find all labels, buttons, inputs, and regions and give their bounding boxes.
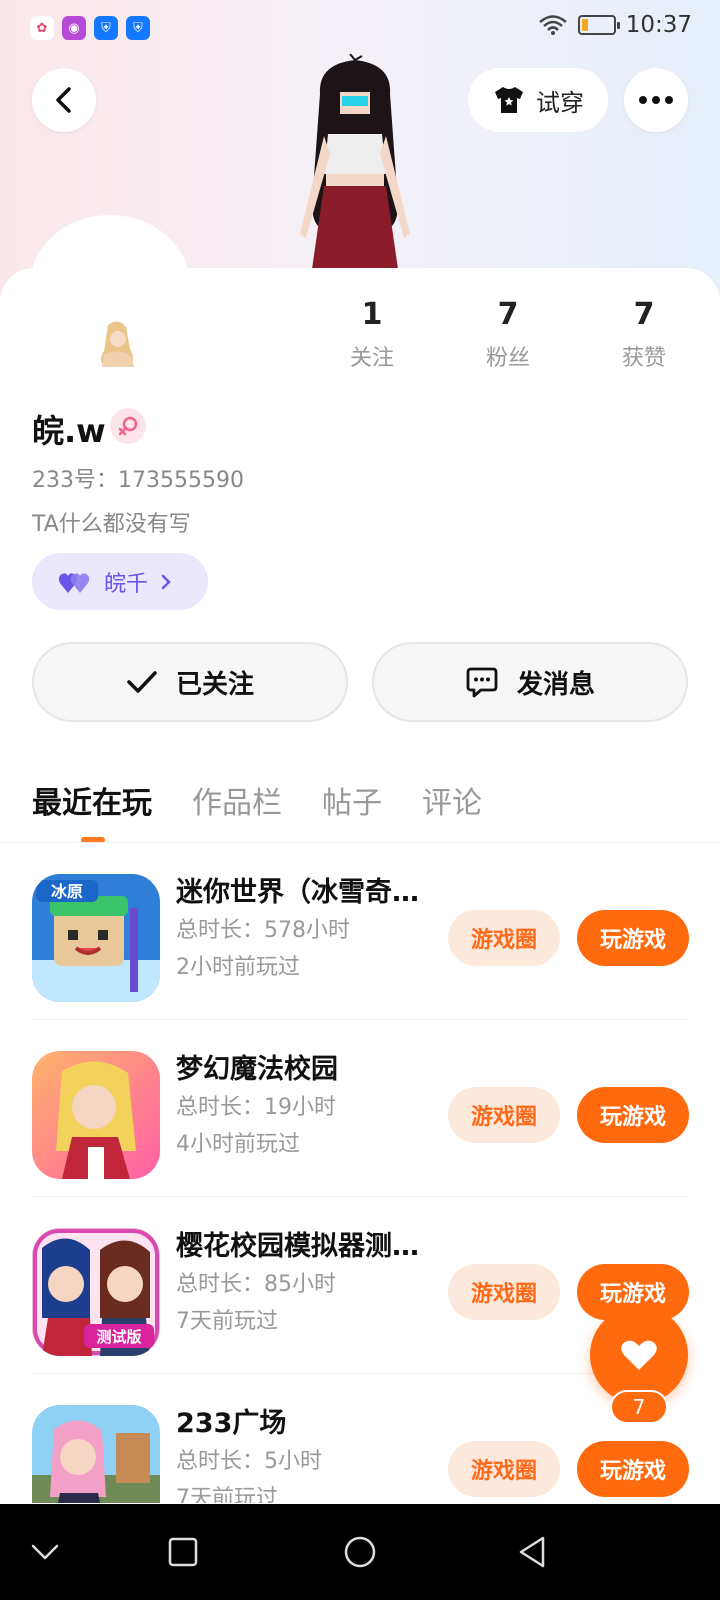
username: 皖.w [32, 412, 106, 450]
game-icon-mini-world[interactable]: 冰原 [32, 874, 160, 1002]
profile-tabs: 最近在玩 作品栏 帖子 评论 [32, 778, 482, 822]
play-game-button[interactable]: 玩游戏 [577, 1087, 689, 1143]
game-title: 樱花校园模拟器测… [176, 1231, 419, 1262]
like-count: 7 [610, 1390, 668, 1424]
game-title: 梦幻魔法校园 [176, 1054, 338, 1085]
game-circle-button[interactable]: 游戏圈 [448, 1264, 560, 1320]
battery-icon [577, 15, 620, 35]
user-id: 233号：173555590 [32, 468, 244, 493]
tab-works[interactable]: 作品栏 [192, 778, 282, 822]
family-chip[interactable]: 皖千 [32, 553, 208, 610]
game-duration: 总时长：19小时 [176, 1095, 336, 1120]
wifi-icon [538, 15, 567, 35]
circle-icon [344, 1536, 376, 1568]
game-title: 233广场 [176, 1408, 287, 1439]
stat-likes[interactable]: 7 获赞 [589, 298, 699, 372]
chevron-right-icon [161, 574, 171, 589]
play-game-button[interactable]: 玩游戏 [577, 1441, 689, 1497]
game-row[interactable]: 冰原 迷你世界（冰雪奇… 总时长：578小时 2小时前玩过 游戏圈 玩游戏 [0, 843, 720, 1020]
game-duration: 总时长：578小时 [176, 918, 350, 943]
game-duration: 总时长：5小时 [176, 1449, 322, 1474]
try-on-label: 试穿 [536, 88, 584, 117]
play-game-button[interactable]: 玩游戏 [577, 910, 689, 966]
message-button[interactable]: 发消息 [372, 642, 688, 722]
nav-collapse-button[interactable] [25, 1532, 65, 1572]
back-button[interactable] [32, 68, 96, 132]
triangle-back-icon [519, 1536, 545, 1568]
tab-posts[interactable]: 帖子 [322, 778, 382, 822]
stat-following[interactable]: 1 关注 [317, 298, 427, 372]
stat-value: 1 [361, 297, 383, 332]
nav-recents-button[interactable] [163, 1532, 203, 1572]
message-label: 发消息 [516, 669, 595, 700]
status-bar: ✿ ◉ ⛨ ⛨ 10:37 [0, 0, 720, 56]
game-duration: 总时长：85小时 [176, 1272, 336, 1297]
followed-button[interactable]: 已关注 [32, 642, 348, 722]
game-circle-button[interactable]: 游戏圈 [448, 1441, 560, 1497]
stat-value: 7 [497, 297, 519, 332]
svg-text:测试版: 测试版 [96, 1328, 141, 1346]
game-icon-sakura-school[interactable]: 测试版 [32, 1228, 160, 1356]
shield-app-icon: ⛨ [94, 16, 118, 40]
game-row[interactable]: 梦幻魔法校园 总时长：19小时 4小时前玩过 游戏圈 玩游戏 [0, 1020, 720, 1197]
stat-value: 7 [633, 297, 655, 332]
game-title: 迷你世界（冰雪奇… [176, 877, 419, 908]
chat-bubble-icon [466, 667, 498, 698]
tab-comments[interactable]: 评论 [422, 778, 482, 822]
heart-icon [621, 1340, 657, 1370]
user-bio: TA什么都没有写 [32, 512, 191, 537]
game-last-played: 4小时前玩过 [176, 1132, 300, 1157]
stat-label: 关注 [349, 346, 394, 371]
shield-app-icon: ⛨ [126, 16, 150, 40]
music-app-icon: ◉ [62, 16, 86, 40]
nav-home-button[interactable] [340, 1532, 380, 1572]
stat-label: 粉丝 [485, 346, 530, 371]
pinwheel-app-icon: ✿ [30, 16, 54, 40]
chevron-left-icon [56, 87, 71, 113]
square-icon [168, 1537, 198, 1567]
tab-recently-played[interactable]: 最近在玩 [32, 778, 152, 822]
status-time: 10:37 [625, 12, 692, 38]
game-icon-233-plaza[interactable] [32, 1405, 160, 1503]
double-heart-icon [58, 572, 90, 593]
stat-label: 获赞 [621, 346, 666, 371]
try-on-button[interactable]: 试穿 [468, 68, 608, 132]
more-button[interactable] [624, 68, 688, 132]
game-last-played: 2小时前玩过 [176, 955, 300, 980]
chevron-down-icon [31, 1544, 59, 1560]
user-avatar[interactable] [90, 315, 146, 371]
female-icon [110, 408, 146, 444]
check-icon [127, 671, 157, 693]
game-last-played: 7天前玩过 [176, 1309, 278, 1334]
svg-text:冰原: 冰原 [51, 882, 83, 901]
system-nav-bar [0, 1504, 720, 1600]
game-circle-button[interactable]: 游戏圈 [448, 1087, 560, 1143]
game-icon-magic-school[interactable] [32, 1051, 160, 1179]
family-label: 皖千 [104, 571, 149, 597]
game-last-played: 7天前玩过 [176, 1486, 278, 1503]
followed-label: 已关注 [175, 669, 254, 700]
stat-fans[interactable]: 7 粉丝 [453, 298, 563, 372]
nav-back-button[interactable] [512, 1532, 552, 1572]
game-circle-button[interactable]: 游戏圈 [448, 910, 560, 966]
more-dots-icon [639, 96, 673, 104]
tshirt-icon [495, 87, 523, 113]
avatar-3d-figure[interactable] [280, 54, 430, 269]
